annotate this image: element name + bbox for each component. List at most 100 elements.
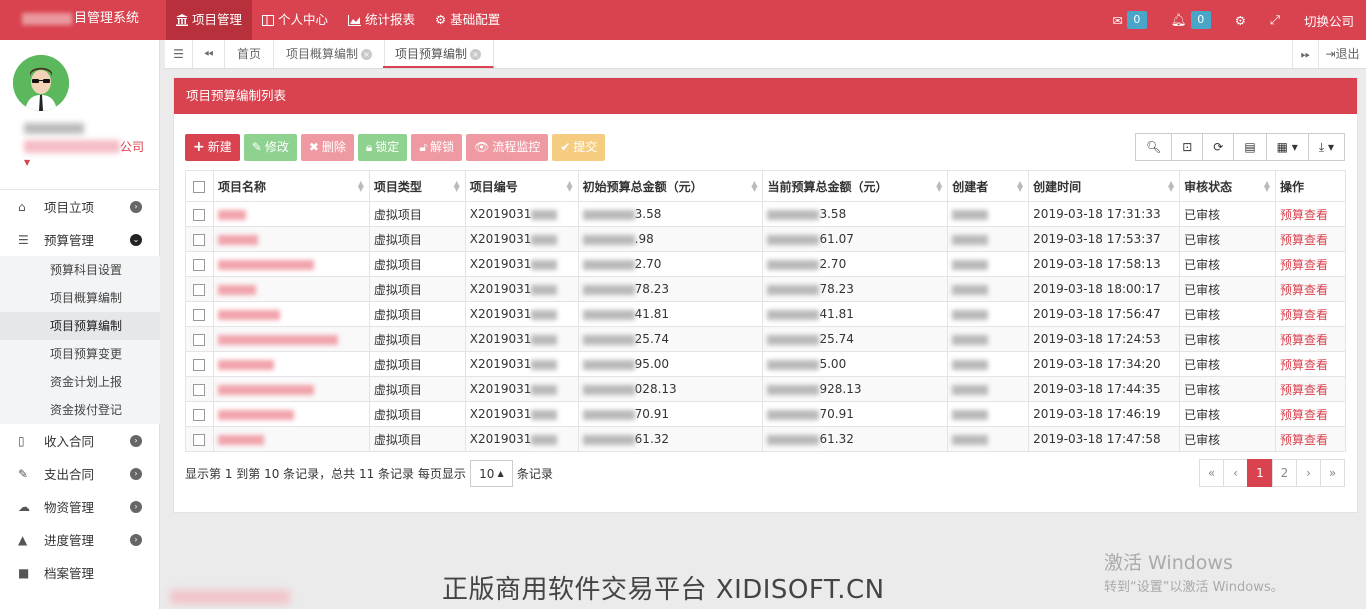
page-prev-button[interactable]: ‹: [1223, 459, 1248, 487]
row-checkbox[interactable]: [185, 426, 214, 452]
row-checkbox[interactable]: [185, 351, 214, 377]
col-header-name[interactable]: 项目名称 ▲ ▼: [212, 170, 370, 202]
sidebar-item-archive[interactable]: ■ 档案管理: [0, 556, 160, 589]
settings-button[interactable]: ⚙: [1223, 0, 1258, 40]
tab-estimate[interactable]: 项目概算编制 ×: [274, 40, 386, 68]
tab-scroll-left-icon[interactable]: ⏪︎: [193, 40, 225, 68]
sidebar-item-project-setup[interactable]: ⌂ 项目立项 ›: [0, 190, 160, 223]
table-row[interactable]: 虚拟项目 X2019031 028.13 928.13 2019-03-18 17:44…: [185, 376, 1347, 402]
submit-button[interactable]: ✔ 提交: [552, 134, 606, 161]
submenu-estimate[interactable]: 项目概算编制: [0, 284, 160, 312]
tab-scroll-right-icon[interactable]: ⏩︎: [1292, 40, 1318, 68]
col-header-created-time[interactable]: 创建时间 ▲ ▼: [1028, 170, 1181, 202]
table-row[interactable]: 虚拟项目 X2019031 25.74 25.74 2019-03-18 17:24:5…: [185, 326, 1347, 352]
cell-project-name: [212, 226, 370, 252]
view-budget-link[interactable]: 预算查看: [1280, 408, 1328, 422]
view-budget-link[interactable]: 预算查看: [1280, 358, 1328, 372]
search-icon[interactable]: 🔍︎: [1134, 133, 1173, 161]
page-size-select[interactable]: 10 ▲: [469, 460, 513, 487]
table-row[interactable]: 虚拟项目 X2019031 3.58 3.58 2019-03-18 17:31:33 已…: [185, 201, 1347, 227]
view-budget-link[interactable]: 预算查看: [1280, 333, 1328, 347]
logout-button[interactable]: ⇥退出: [1318, 40, 1366, 68]
sidebar-item-material[interactable]: ☁ 物资管理 ›: [0, 490, 160, 523]
view-budget-link[interactable]: 预算查看: [1280, 233, 1328, 247]
cell-status: 已审核: [1179, 426, 1276, 452]
close-icon[interactable]: ×: [470, 49, 482, 60]
cell-created-time: 2019-03-18 17:31:33: [1028, 201, 1181, 227]
tab-home[interactable]: 首页: [225, 40, 275, 68]
row-checkbox[interactable]: [185, 376, 214, 402]
select-all-checkbox[interactable]: [185, 170, 214, 202]
view-budget-link[interactable]: 预算查看: [1280, 383, 1328, 397]
edit-button[interactable]: ✎ 修改: [243, 134, 297, 161]
notification-button[interactable]: 🔔︎ 0: [1159, 0, 1223, 40]
cell-project-code: X2019031: [464, 276, 579, 302]
view-budget-link[interactable]: 预算查看: [1280, 283, 1328, 297]
row-checkbox[interactable]: [185, 401, 214, 427]
col-header-code[interactable]: 项目编号 ▲ ▼: [464, 170, 579, 202]
collapse-icon[interactable]: ⊡: [1172, 133, 1204, 161]
flow-monitor-button[interactable]: 👁︎ 流程监控: [466, 134, 549, 161]
row-checkbox[interactable]: [185, 226, 214, 252]
mail-button[interactable]: ✉ 0: [1100, 0, 1158, 40]
sidebar-item-income-contract[interactable]: ▯ 收入合同 ›: [0, 424, 160, 457]
row-checkbox[interactable]: [185, 201, 214, 227]
table-row[interactable]: 虚拟项目 X2019031 61.32 61.32 2019-03-18 17:47:5…: [185, 426, 1347, 452]
refresh-icon[interactable]: ⟳: [1203, 133, 1235, 161]
sidebar-item-budget[interactable]: ☰ 预算管理 ⌄: [0, 223, 160, 256]
toggle-view-icon[interactable]: ▤: [1234, 133, 1267, 161]
col-header-action: 操作: [1274, 170, 1347, 202]
page-next-button[interactable]: ›: [1296, 459, 1321, 487]
col-header-creator[interactable]: 创建者 ▲ ▼: [947, 170, 1030, 202]
avatar[interactable]: [13, 55, 69, 111]
topnav-project-management[interactable]: 项目管理: [166, 0, 253, 40]
col-header-cur-budget[interactable]: 当前预算总金额（元） ▲ ▼: [762, 170, 949, 202]
col-header-type[interactable]: 项目类型 ▲ ▼: [368, 170, 466, 202]
submenu-fund-plan[interactable]: 资金计划上报: [0, 368, 160, 396]
row-checkbox[interactable]: [185, 276, 214, 302]
page-last-button[interactable]: »: [1320, 459, 1345, 487]
row-checkbox[interactable]: [185, 301, 214, 327]
submenu-budget-change[interactable]: 项目预算变更: [0, 340, 160, 368]
col-header-init-budget[interactable]: 初始预算总金额（元） ▲ ▼: [577, 170, 764, 202]
fullscreen-button[interactable]: ⤢: [1258, 0, 1292, 40]
view-budget-link[interactable]: 预算查看: [1280, 308, 1328, 322]
menu-toggle-icon[interactable]: ☰: [165, 40, 193, 68]
columns-icon[interactable]: ▦ ▾: [1266, 133, 1309, 161]
submenu-budget-edit[interactable]: 项目预算编制: [0, 312, 160, 340]
submenu-fund-payment[interactable]: 资金拨付登记: [0, 396, 160, 424]
cell-project-type: 虚拟项目: [368, 401, 466, 427]
page-1-button[interactable]: 1: [1247, 459, 1273, 487]
table-row[interactable]: 虚拟项目 X2019031.98 61.07 2019-03-18 17:53:37 已…: [185, 226, 1347, 252]
unlock-button[interactable]: 🔓︎ 解锁: [411, 134, 463, 161]
submenu-budget-subject[interactable]: 预算科目设置: [0, 256, 160, 284]
switch-company-button[interactable]: 切换公司: [1292, 0, 1366, 40]
col-header-status[interactable]: 审核状态 ▲ ▼: [1179, 170, 1276, 202]
page-first-button[interactable]: «: [1199, 459, 1224, 487]
cell-project-code: X2019031: [464, 426, 579, 452]
table-row[interactable]: 虚拟项目 X2019031 70.91 70.91 2019-03-18 17:46:1…: [185, 401, 1347, 427]
view-budget-link[interactable]: 预算查看: [1280, 208, 1328, 222]
topnav-basic-config[interactable]: ⚙ 基础配置: [425, 0, 510, 40]
topnav-statistics[interactable]: 统计报表: [338, 0, 425, 40]
sidebar-item-progress[interactable]: ▲ 进度管理 ›: [0, 523, 160, 556]
table-row[interactable]: 虚拟项目 X2019031 78.23 78.23 2019-03-18 18:00:1…: [185, 276, 1347, 302]
view-budget-link[interactable]: 预算查看: [1280, 433, 1328, 447]
sidebar-item-expense-contract[interactable]: ✎ 支出合同 ›: [0, 457, 160, 490]
table-row[interactable]: 虚拟项目 X2019031 2.70 2.70 2019-03-18 17:58:13 已…: [185, 251, 1347, 277]
page-2-button[interactable]: 2: [1272, 459, 1297, 487]
delete-button[interactable]: ✖ 删除: [300, 134, 354, 161]
view-budget-link[interactable]: 预算查看: [1280, 258, 1328, 272]
table-row[interactable]: 虚拟项目 X2019031 95.00 5.00 2019-03-18 17:34:20…: [185, 351, 1347, 377]
row-checkbox[interactable]: [185, 326, 214, 352]
row-checkbox[interactable]: [185, 251, 214, 277]
table-row[interactable]: 虚拟项目 X2019031 41.81 41.81 2019-03-18 17:56:4…: [185, 301, 1347, 327]
export-icon[interactable]: ⤓ ▾: [1308, 133, 1345, 161]
topnav-personal-center[interactable]: 个人中心: [252, 0, 338, 40]
tab-budget-edit[interactable]: 项目预算编制 ×: [383, 40, 495, 68]
cell-init-budget: 028.13: [577, 376, 764, 402]
new-button[interactable]: + 新建: [185, 134, 240, 161]
close-icon[interactable]: ×: [361, 49, 373, 60]
caret-down-icon[interactable]: ▼: [24, 158, 30, 167]
lock-button[interactable]: 🔒︎ 锁定: [357, 134, 408, 161]
